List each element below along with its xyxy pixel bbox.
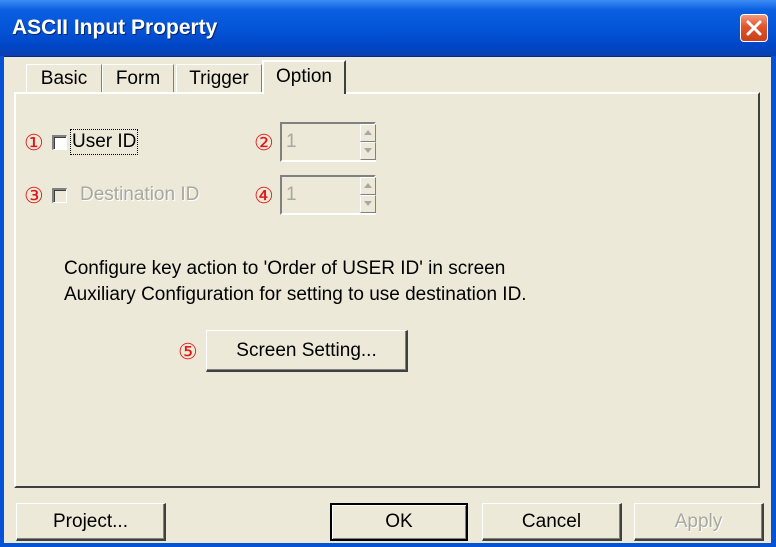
- window-title: ASCII Input Property: [12, 16, 218, 39]
- ascii-input-property-dialog: ASCII Input Property Basic Form Trigger …: [0, 0, 776, 547]
- title-bar[interactable]: ASCII Input Property: [0, 0, 776, 57]
- window-frame-right: [771, 56, 776, 547]
- tab-form[interactable]: Form: [102, 64, 174, 92]
- option-tab-panel: [14, 92, 760, 488]
- apply-button[interactable]: Apply: [634, 503, 764, 541]
- cancel-button[interactable]: Cancel: [482, 503, 622, 541]
- window-frame-left: [0, 56, 4, 547]
- close-button[interactable]: [740, 14, 768, 42]
- ok-button[interactable]: OK: [330, 503, 468, 541]
- tab-trigger[interactable]: Trigger: [176, 64, 262, 92]
- project-button[interactable]: Project...: [16, 503, 166, 541]
- tab-basic[interactable]: Basic: [26, 64, 102, 92]
- window-frame-bottom: [0, 543, 776, 547]
- screen-setting-button[interactable]: Screen Setting...: [206, 330, 408, 372]
- tab-option[interactable]: Option: [262, 60, 346, 94]
